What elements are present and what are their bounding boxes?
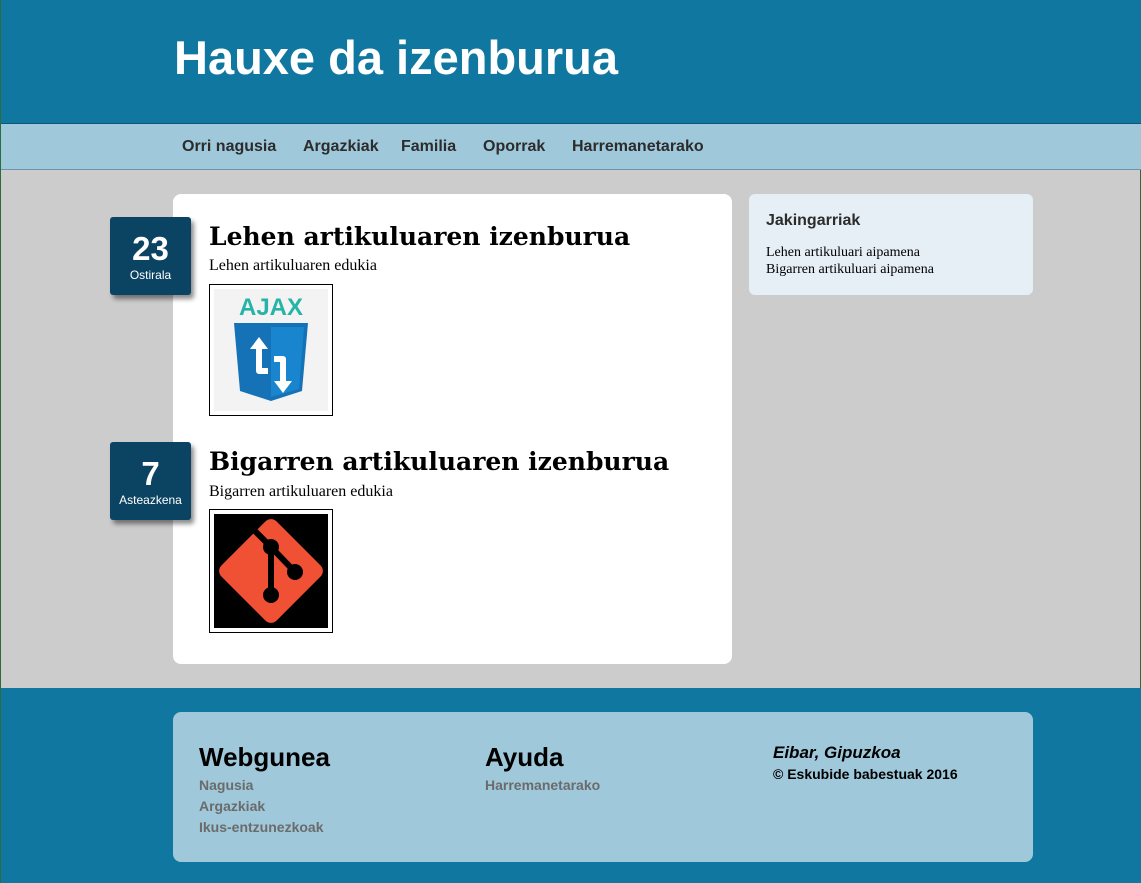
footer-panel: Webgunea Nagusia Argazkiak Ikus-entzunez… (173, 712, 1033, 862)
article-content: Bigarren artikuluaren edukia (209, 483, 393, 500)
article-date-badge: 7 Asteazkena (110, 442, 191, 520)
article-content: Lehen artikuluaren edukia (209, 257, 377, 274)
sidebar-link[interactable]: Bigarren artikuluari aipamena (766, 261, 934, 278)
date-weekday: Ostirala (129, 268, 172, 282)
sidebar-title: Jakingarriak (766, 212, 861, 229)
site-footer: Webgunea Nagusia Argazkiak Ikus-entzunez… (1, 688, 1141, 883)
site-title: Hauxe da izenburua (174, 31, 618, 84)
footer-link-nagusia[interactable]: Nagusia (199, 776, 253, 794)
article-image-git (209, 509, 333, 633)
nav-item-familia[interactable]: Familia (401, 138, 456, 156)
article-image-ajax: AJAX (209, 284, 333, 416)
footer-link-ikus-entzunezkoak[interactable]: Ikus-entzunezkoak (199, 818, 323, 836)
sidebar: Jakingarriak Lehen artikuluari aipamena … (749, 194, 1033, 295)
nav-item-oporrak[interactable]: Oporrak (483, 138, 545, 156)
date-day: 7 (141, 455, 160, 492)
main-nav: Orri nagusia Argazkiak Familia Oporrak H… (1, 124, 1141, 170)
site-header: Hauxe da izenburua (1, 0, 1141, 124)
footer-copyright: © Eskubide babestuak 2016 (773, 766, 958, 782)
article-date-badge: 23 Ostirala (110, 217, 191, 295)
ajax-logo-text: AJAX (239, 294, 303, 321)
footer-location: Eibar, Gipuzkoa (773, 743, 901, 762)
nav-item-orri-nagusia[interactable]: Orri nagusia (182, 138, 276, 156)
footer-link-harremanetarako[interactable]: Harremanetarako (485, 776, 600, 794)
ajax-logo-icon: AJAX (214, 289, 328, 411)
date-weekday: Asteazkena (119, 493, 182, 507)
article-title[interactable]: Lehen artikuluaren izenburua (209, 222, 630, 252)
nav-item-argazkiak[interactable]: Argazkiak (303, 138, 379, 156)
footer-heading-webgunea: Webgunea (199, 742, 330, 772)
footer-link-argazkiak[interactable]: Argazkiak (199, 797, 265, 815)
footer-heading-ayuda: Ayuda (485, 742, 564, 772)
date-day: 23 (132, 230, 169, 267)
nav-item-harremanetarako[interactable]: Harremanetarako (572, 138, 704, 156)
article-title[interactable]: Bigarren artikuluaren izenburua (209, 447, 669, 477)
git-logo-icon (214, 514, 328, 628)
sidebar-link[interactable]: Lehen artikuluari aipamena (766, 244, 920, 261)
